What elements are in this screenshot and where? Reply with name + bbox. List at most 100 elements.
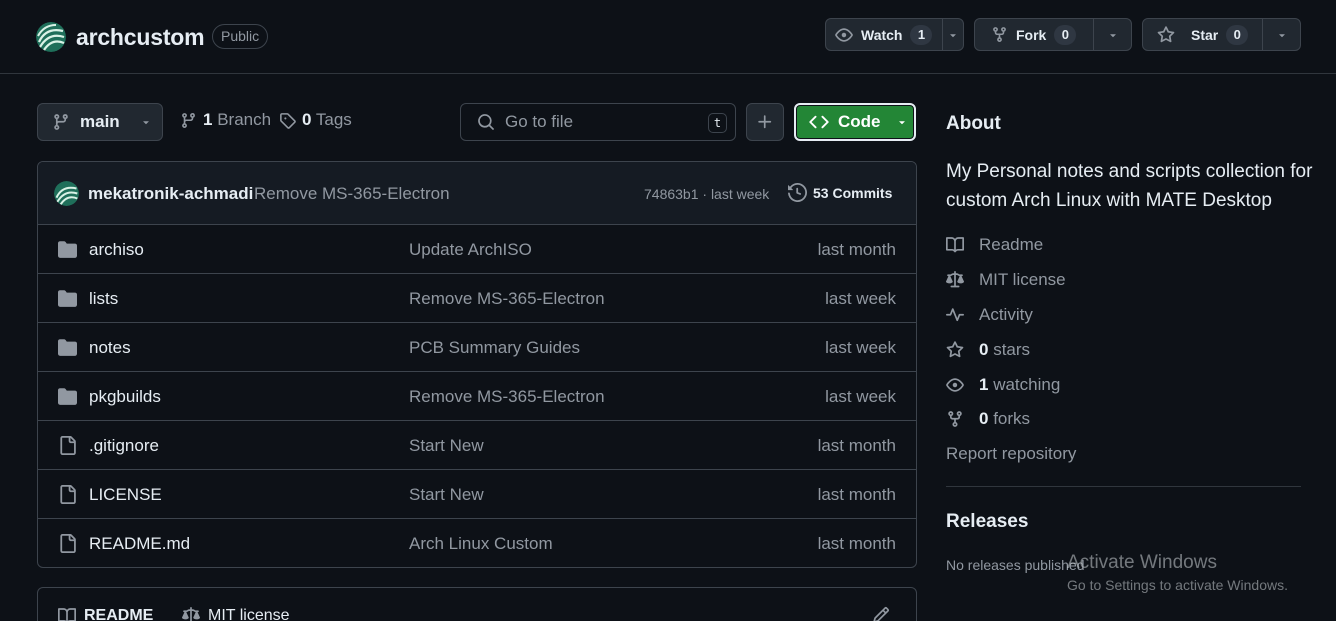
file-icon xyxy=(58,534,77,553)
commit-message-link[interactable]: Remove MS-365-Electron xyxy=(254,184,450,204)
file-commit-message-link[interactable]: Remove MS-365-Electron xyxy=(409,387,605,407)
readme-link[interactable]: Readme xyxy=(946,235,1043,255)
file-commit-message-link[interactable]: Remove MS-365-Electron xyxy=(409,289,605,309)
branches-link[interactable]: 1 Branch xyxy=(180,110,271,130)
license-tab[interactable]: MIT license xyxy=(182,607,290,621)
code-icon xyxy=(809,112,829,132)
file-row[interactable]: LICENSE Start New last month xyxy=(38,470,916,519)
code-button[interactable]: Code xyxy=(794,103,916,141)
forks-link[interactable]: 0 forks xyxy=(946,409,1030,429)
fork-button[interactable]: Fork 0 xyxy=(975,19,1093,50)
activity-link[interactable]: Activity xyxy=(946,305,1033,325)
fork-dropdown-button[interactable] xyxy=(1093,19,1131,50)
file-name-link[interactable]: LICENSE xyxy=(89,485,162,505)
file-row[interactable]: lists Remove MS-365-Electron last week xyxy=(38,274,916,323)
branch-selector-button[interactable]: main xyxy=(37,103,163,141)
license-link[interactable]: MIT license xyxy=(946,270,1066,290)
folder-icon xyxy=(58,289,77,308)
keyboard-shortcut-hint: t xyxy=(708,113,727,133)
file-commit-message-link[interactable]: Start New xyxy=(409,485,484,505)
repo-name-link[interactable]: archcustom xyxy=(76,24,205,51)
law-icon xyxy=(182,607,200,621)
author-avatar[interactable] xyxy=(54,181,79,206)
star-icon xyxy=(946,341,964,359)
sidebar-divider xyxy=(946,486,1301,487)
file-row[interactable]: notes PCB Summary Guides last week xyxy=(38,323,916,372)
watch-button[interactable]: Watch 1 xyxy=(826,19,942,50)
star-label: Star xyxy=(1191,26,1219,43)
commit-author-link[interactable]: mekatronik-achmadi xyxy=(88,184,253,204)
report-repository-link[interactable]: Report repository xyxy=(946,444,1076,464)
stars-link[interactable]: 0 stars xyxy=(946,340,1030,360)
triangle-down-icon xyxy=(1276,29,1288,41)
watching-label: watching xyxy=(993,375,1061,394)
git-branch-icon xyxy=(52,113,70,131)
tags-label: Tags xyxy=(315,110,352,129)
edit-readme-button[interactable] xyxy=(872,606,890,621)
folder-icon xyxy=(58,338,77,357)
star-dropdown-button[interactable] xyxy=(1262,19,1300,50)
star-button-group: Star 0 xyxy=(1142,18,1301,51)
forks-count: 0 xyxy=(979,409,989,428)
file-row[interactable]: .gitignore Start New last month xyxy=(38,421,916,470)
about-heading: About xyxy=(946,113,1001,134)
file-name-link[interactable]: notes xyxy=(89,338,131,358)
law-icon xyxy=(946,271,964,289)
forks-label: forks xyxy=(993,409,1031,428)
commits-history-link[interactable]: 53 Commits xyxy=(788,183,892,202)
releases-heading[interactable]: Releases xyxy=(946,511,1028,533)
file-icon xyxy=(58,485,77,504)
stars-label: stars xyxy=(993,340,1031,359)
history-icon xyxy=(788,183,807,202)
readme-link-label: Readme xyxy=(979,235,1044,254)
book-icon xyxy=(58,607,76,621)
file-name-link[interactable]: pkgbuilds xyxy=(89,387,161,407)
file-name-link[interactable]: archiso xyxy=(89,240,144,260)
fork-button-group: Fork 0 xyxy=(974,18,1132,51)
readme-tab[interactable]: README xyxy=(58,607,153,621)
tags-link[interactable]: 0 Tags xyxy=(279,110,352,130)
eye-icon xyxy=(946,376,964,394)
file-row[interactable]: pkgbuilds Remove MS-365-Electron last week xyxy=(38,372,916,421)
file-icon xyxy=(58,436,77,455)
triangle-down-icon xyxy=(1107,29,1119,41)
no-releases-text: No releases published xyxy=(946,557,1085,573)
pulse-icon xyxy=(946,306,964,324)
repo-owner-avatar[interactable] xyxy=(36,22,66,52)
git-branch-icon xyxy=(180,112,197,129)
watchers-link[interactable]: 1 watching xyxy=(946,375,1060,395)
search-placeholder: Go to file xyxy=(505,112,574,131)
watch-count: 1 xyxy=(910,24,933,45)
watch-dropdown-button[interactable] xyxy=(942,19,963,50)
folder-icon xyxy=(58,240,77,259)
file-list: mekatronik-achmadi Remove MS-365-Electro… xyxy=(37,161,917,568)
file-commit-message-link[interactable]: Start New xyxy=(409,436,484,456)
visibility-badge: Public xyxy=(212,24,269,49)
fork-label: Fork xyxy=(1016,26,1047,43)
pencil-icon xyxy=(872,606,890,621)
star-count: 0 xyxy=(1226,24,1249,45)
file-name-link[interactable]: README.md xyxy=(89,534,190,554)
watch-button-group: Watch 1 xyxy=(825,18,964,51)
readme-panel: README MIT license xyxy=(37,587,917,621)
triangle-down-icon xyxy=(947,29,959,41)
file-row[interactable]: README.md Arch Linux Custom last month xyxy=(38,519,916,567)
file-commit-time: last week xyxy=(825,387,896,406)
stars-count: 0 xyxy=(979,340,989,359)
file-name-link[interactable]: .gitignore xyxy=(89,436,159,456)
star-button[interactable]: Star 0 xyxy=(1143,19,1262,50)
triangle-down-icon xyxy=(896,116,908,128)
file-name-link[interactable]: lists xyxy=(89,289,118,309)
commit-hash-time[interactable]: 74863b1 · last week xyxy=(644,186,769,202)
search-icon xyxy=(477,113,495,131)
file-commit-message-link[interactable]: Arch Linux Custom xyxy=(409,534,553,554)
file-row[interactable]: archiso Update ArchISO last month xyxy=(38,225,916,274)
go-to-file-input[interactable]: Go to file t xyxy=(460,103,736,141)
add-file-button[interactable] xyxy=(746,103,784,141)
commits-count-label: 53 Commits xyxy=(813,184,893,201)
watching-count: 1 xyxy=(979,375,989,394)
repo-forked-icon xyxy=(991,26,1008,43)
license-tab-label: MIT license xyxy=(208,607,290,621)
file-commit-message-link[interactable]: Update ArchISO xyxy=(409,240,532,260)
file-commit-message-link[interactable]: PCB Summary Guides xyxy=(409,338,580,358)
